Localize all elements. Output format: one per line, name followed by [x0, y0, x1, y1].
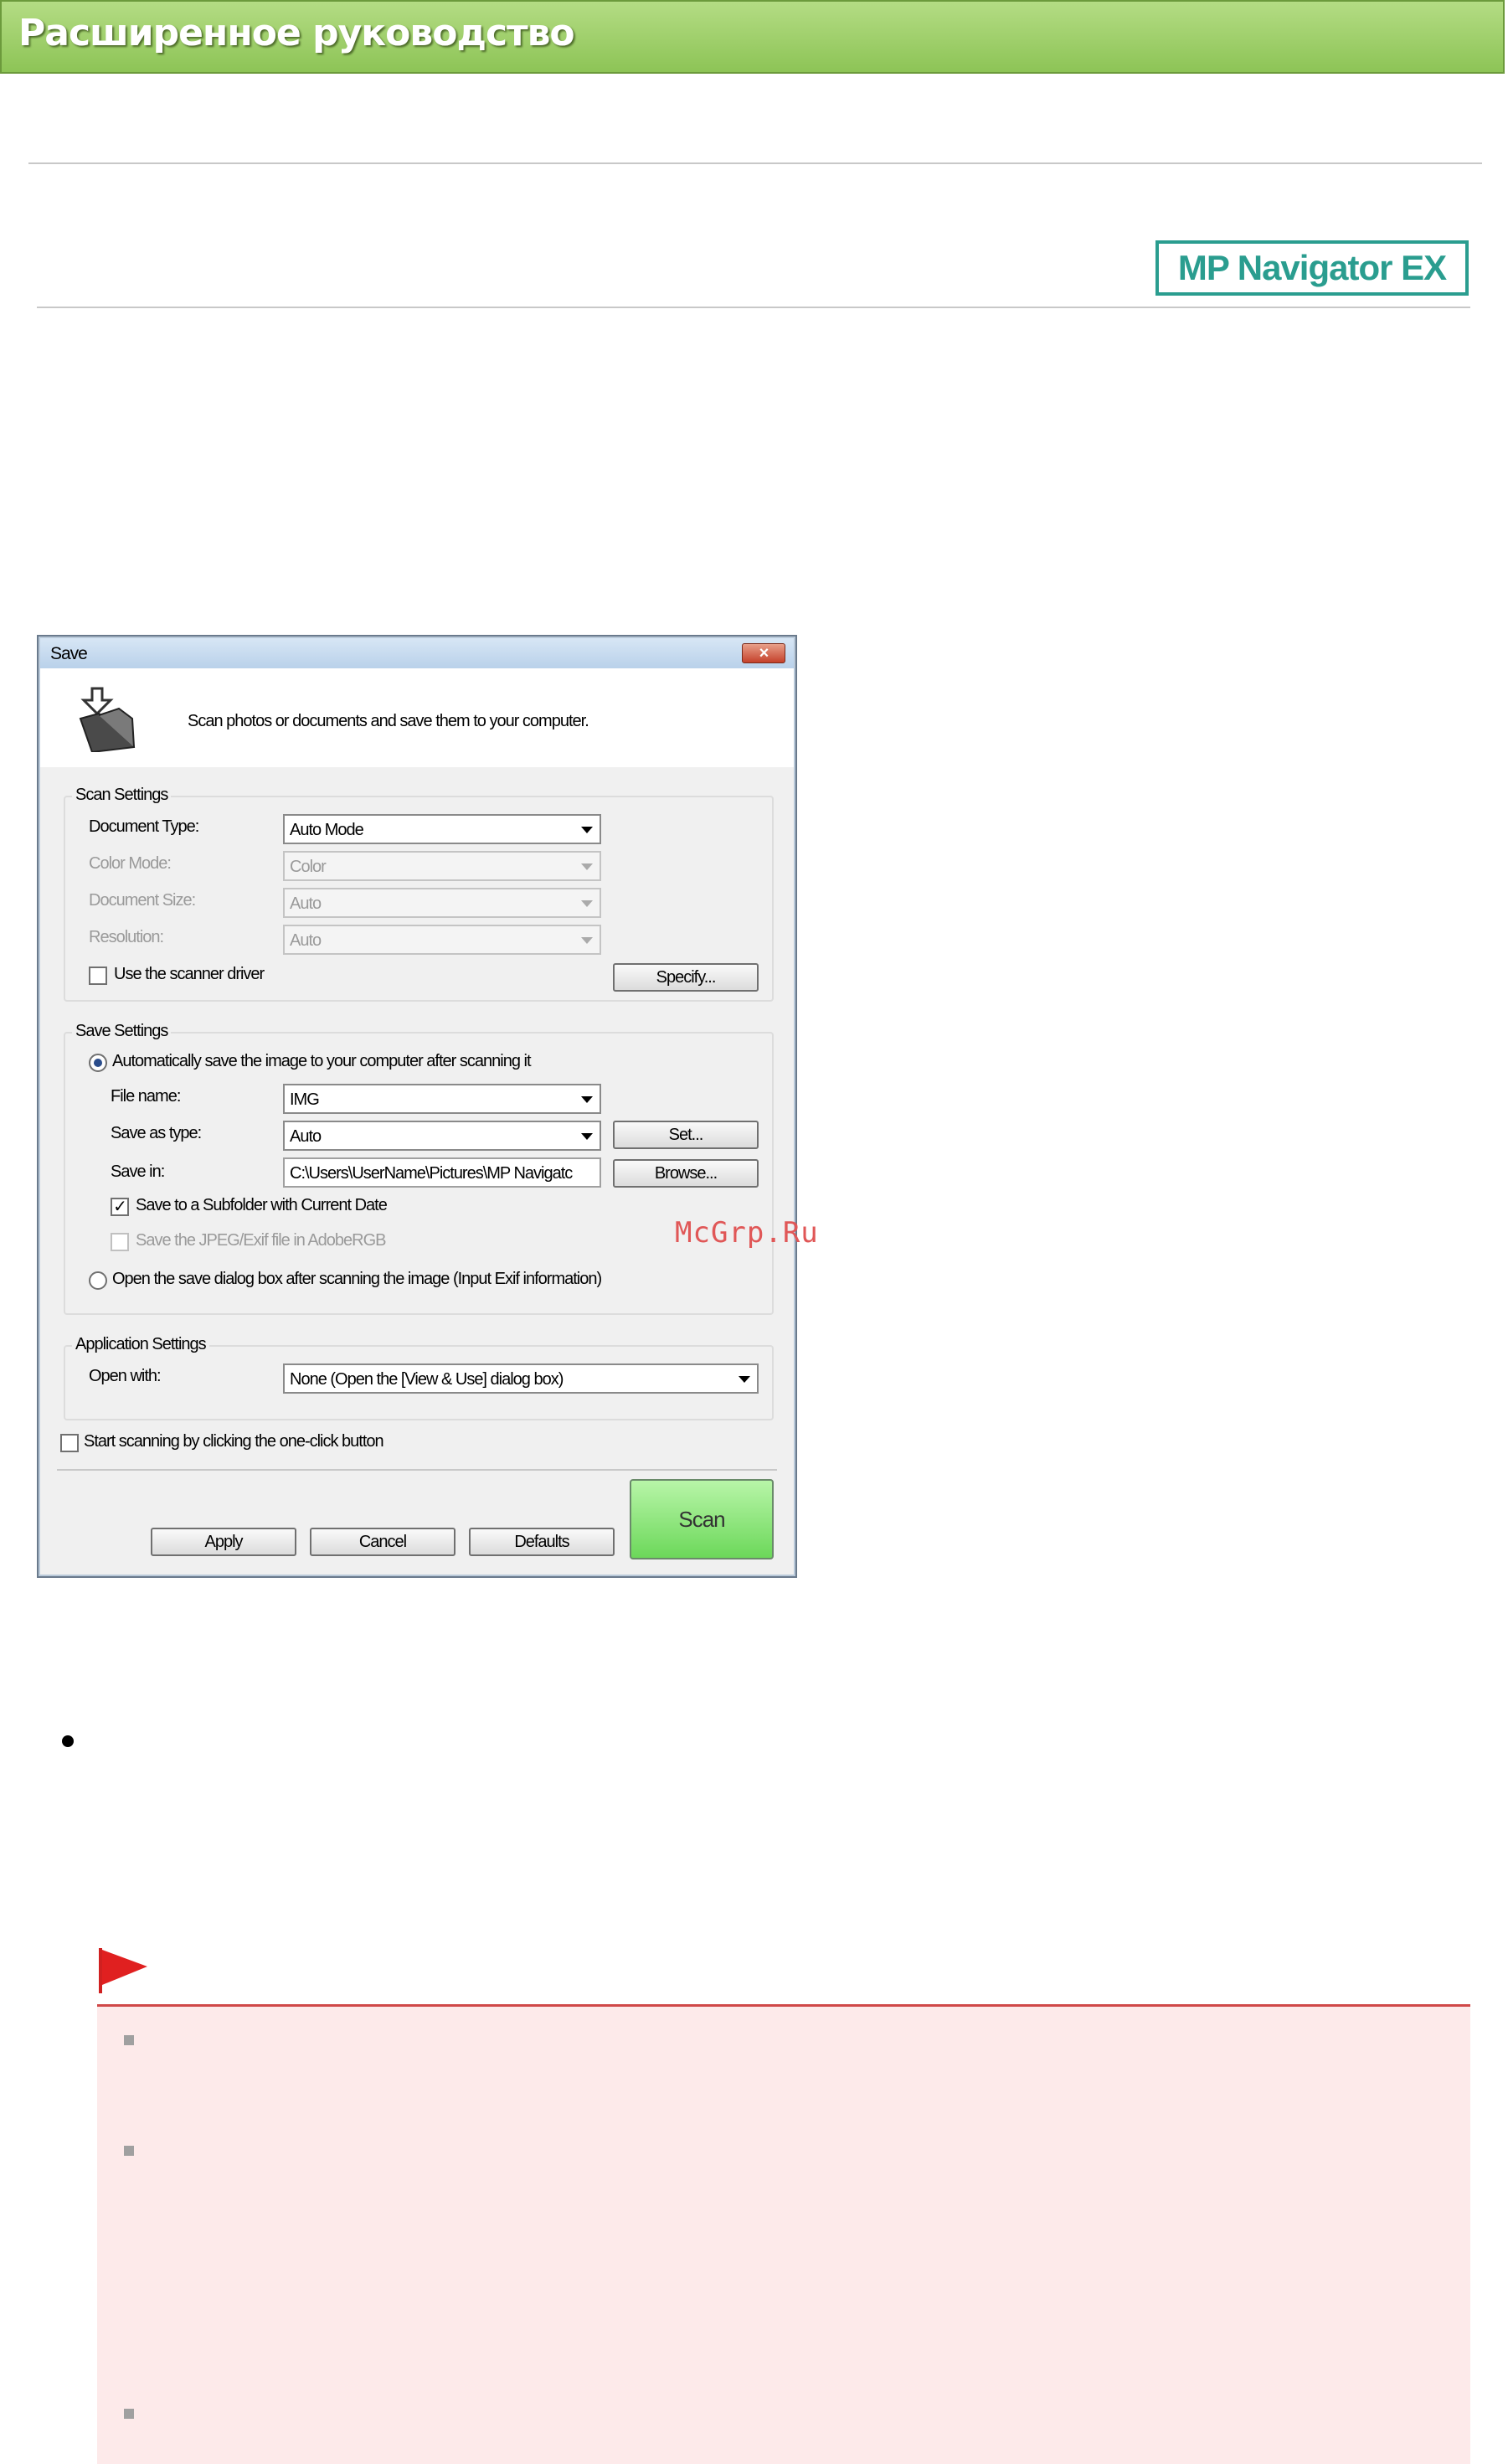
- important-note-box: [97, 2007, 1470, 2464]
- divider: [37, 307, 1470, 308]
- dialog-titlebar: Save ×: [40, 638, 794, 668]
- open-dialog-label: Open the save dialog box after scanning …: [112, 1270, 602, 1288]
- save-in-field[interactable]: C:\Users\UserName\Pictures\MP Navigatc: [283, 1157, 601, 1188]
- subfolder-label: Save to a Subfolder with Current Date: [136, 1196, 388, 1214]
- scan-to-folder-icon: [79, 687, 136, 752]
- resolution-select[interactable]: Auto: [283, 925, 601, 955]
- application-settings-title: Application Settings: [72, 1335, 209, 1354]
- scan-button[interactable]: Scan: [630, 1479, 774, 1559]
- note-bullet: [124, 2409, 134, 2419]
- open-with-select[interactable]: None (Open the [View & Use] dialog box): [283, 1363, 759, 1394]
- subfolder-checkbox[interactable]: ✓: [111, 1198, 129, 1216]
- browse-button[interactable]: Browse...: [613, 1159, 759, 1188]
- resolution-label: Resolution:: [89, 928, 164, 946]
- resolution-value: Auto: [290, 931, 322, 950]
- save-dialog: Save × Scan photos or documents and save…: [37, 635, 797, 1578]
- one-click-checkbox[interactable]: [60, 1434, 79, 1452]
- document-size-select[interactable]: Auto: [283, 888, 601, 918]
- chevron-down-icon: [581, 1096, 593, 1103]
- document-type-select[interactable]: Auto Mode: [283, 814, 601, 844]
- auto-save-label: Automatically save the image to your com…: [112, 1052, 531, 1070]
- watermark: McGrp.Ru: [675, 1216, 819, 1250]
- file-name-combo[interactable]: IMG: [283, 1084, 601, 1114]
- defaults-button[interactable]: Defaults: [469, 1528, 615, 1556]
- document-size-value: Auto: [290, 894, 322, 913]
- auto-save-radio[interactable]: [89, 1054, 107, 1072]
- document-size-label: Document Size:: [89, 891, 196, 910]
- chevron-down-icon: [581, 1133, 593, 1140]
- close-button[interactable]: ×: [742, 643, 785, 663]
- open-with-label: Open with:: [89, 1367, 162, 1385]
- cancel-button[interactable]: Cancel: [310, 1528, 455, 1556]
- apply-button[interactable]: Apply: [151, 1528, 296, 1556]
- use-scanner-driver-checkbox[interactable]: [89, 967, 107, 985]
- save-as-type-select[interactable]: Auto: [283, 1121, 601, 1151]
- save-as-type-value: Auto: [290, 1127, 322, 1146]
- use-scanner-driver-label: Use the scanner driver: [114, 965, 265, 983]
- scan-settings-title: Scan Settings: [72, 786, 172, 805]
- divider: [28, 162, 1482, 164]
- file-name-label: File name:: [111, 1087, 181, 1106]
- set-button[interactable]: Set...: [613, 1121, 759, 1149]
- specify-button[interactable]: Specify...: [613, 963, 759, 992]
- file-name-value: IMG: [290, 1090, 320, 1109]
- document-type-value: Auto Mode: [290, 821, 364, 839]
- save-as-type-label: Save as type:: [111, 1124, 202, 1142]
- dialog-separator: [57, 1469, 777, 1471]
- open-with-value: None (Open the [View & Use] dialog box): [290, 1370, 564, 1389]
- color-mode-select[interactable]: Color: [283, 851, 601, 881]
- save-in-label: Save in:: [111, 1162, 165, 1181]
- important-flag-icon: [99, 1948, 147, 1993]
- chevron-down-icon: [581, 900, 593, 907]
- list-bullet: [62, 1735, 74, 1747]
- product-badge: MP Navigator EX: [1155, 240, 1469, 296]
- adobergb-label: Save the JPEG/Exif file in AdobeRGB: [136, 1231, 387, 1250]
- chevron-down-icon: [581, 827, 593, 833]
- save-settings-title: Save Settings: [72, 1022, 172, 1041]
- adobergb-checkbox[interactable]: [111, 1233, 129, 1251]
- dialog-header: Scan photos or documents and save them t…: [40, 668, 794, 767]
- page-title: Расширенное руководство: [18, 12, 575, 54]
- close-icon: ×: [759, 644, 769, 662]
- color-mode-label: Color Mode:: [89, 854, 172, 873]
- dialog-description: Scan photos or documents and save them t…: [188, 712, 589, 730]
- chevron-down-icon: [581, 937, 593, 944]
- note-bullet: [124, 2146, 134, 2156]
- document-type-label: Document Type:: [89, 817, 199, 836]
- color-mode-value: Color: [290, 858, 327, 876]
- dialog-title: Save: [50, 644, 88, 663]
- one-click-label: Start scanning by clicking the one-click…: [84, 1432, 384, 1451]
- chevron-down-icon: [581, 863, 593, 870]
- open-dialog-radio[interactable]: [89, 1271, 107, 1290]
- chevron-down-icon: [739, 1376, 750, 1383]
- note-bullet: [124, 2035, 134, 2045]
